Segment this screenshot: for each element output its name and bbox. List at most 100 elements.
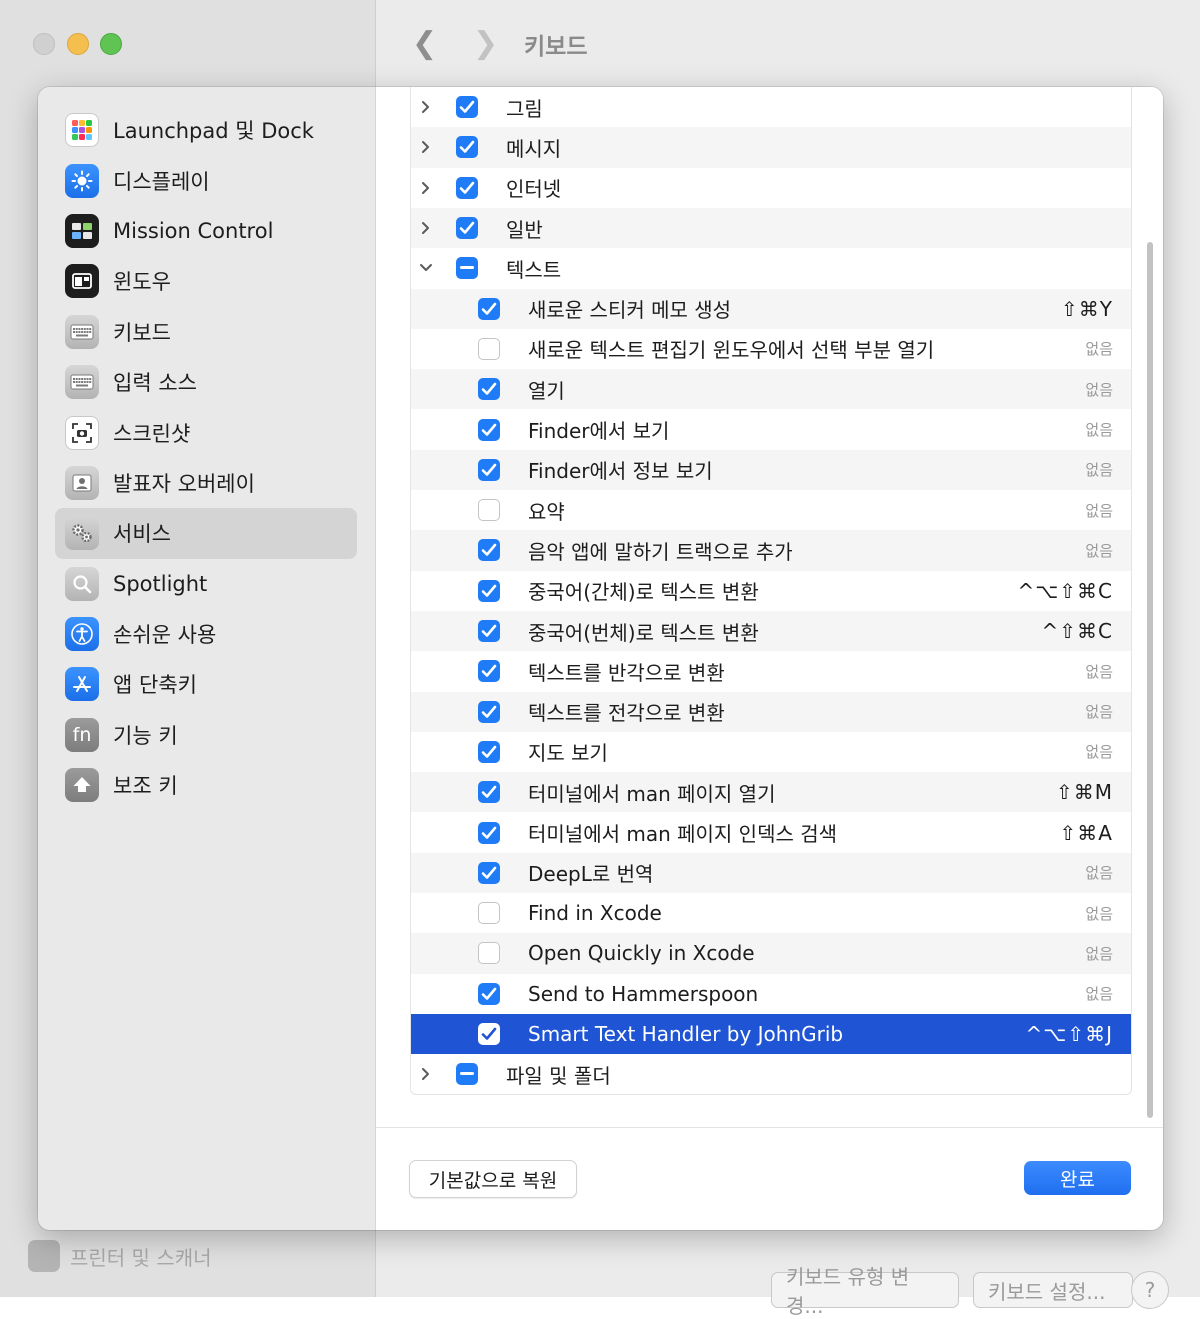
shortcut-field[interactable]: 없음 (1085, 661, 1113, 682)
shortcut-field[interactable]: 없음 (1085, 459, 1113, 480)
shortcut-field[interactable]: 없음 (1085, 903, 1113, 924)
service-group-row[interactable]: 인터넷 (411, 168, 1131, 208)
shortcut-field[interactable]: ^⇧⌘C (1042, 619, 1113, 643)
shortcut-field[interactable]: ^⌥⇧⌘J (1026, 1022, 1113, 1046)
service-group-row[interactable]: 파일 및 폴더 (411, 1054, 1131, 1094)
service-group-row[interactable]: 메시지 (411, 127, 1131, 168)
service-row[interactable]: 음악 앱에 말하기 트랙으로 추가 없음 (411, 530, 1131, 571)
shortcut-field[interactable]: 없음 (1085, 943, 1113, 964)
checkbox[interactable] (478, 660, 500, 683)
service-row[interactable]: Finder에서 보기 없음 (411, 409, 1131, 449)
sidebar-item[interactable]: 입력 소스 (55, 357, 357, 407)
checkbox[interactable] (478, 418, 500, 441)
service-row[interactable]: Open Quickly in Xcode 없음 (411, 933, 1131, 974)
service-row[interactable]: Send to Hammerspoon 없음 (411, 974, 1131, 1014)
sidebar-item[interactable]: 손쉬운 사용 (55, 609, 357, 659)
zoom-button[interactable] (100, 33, 122, 55)
chevron-right-icon[interactable] (417, 218, 435, 238)
chevron-right-icon[interactable] (417, 178, 435, 198)
service-row[interactable]: 중국어(번체)로 텍스트 변환 ^⇧⌘C (411, 610, 1131, 652)
shortcut-field[interactable]: ^⌥⇧⌘C (1017, 579, 1113, 603)
shortcut-field[interactable]: 없음 (1085, 379, 1113, 400)
checkbox[interactable] (478, 458, 500, 481)
sidebar-item[interactable]: 서비스 (55, 508, 357, 559)
service-row[interactable]: Find in Xcode 없음 (411, 893, 1131, 933)
shortcut-field[interactable]: 없음 (1085, 983, 1113, 1004)
service-row[interactable]: 텍스트를 전각으로 변환 없음 (411, 691, 1131, 732)
service-group-row[interactable]: 텍스트 (411, 248, 1131, 288)
service-row[interactable]: 요약 없음 (411, 490, 1131, 530)
shortcut-field[interactable]: ⇧⌘A (1060, 821, 1113, 845)
checkbox[interactable] (478, 821, 500, 844)
checkbox[interactable] (456, 96, 478, 119)
checkbox[interactable] (456, 1063, 478, 1086)
sidebar-item[interactable]: 보조 키 (55, 760, 357, 810)
sidebar-item[interactable]: fn 기능 키 (55, 710, 357, 760)
chevron-right-icon[interactable] (417, 1064, 435, 1084)
chevron-right-icon[interactable] (417, 137, 435, 157)
shortcut-field[interactable]: 없음 (1085, 701, 1113, 722)
checkbox[interactable] (478, 740, 500, 763)
shortcut-field[interactable]: 없음 (1085, 741, 1113, 762)
service-row[interactable]: Smart Text Handler by JohnGrib ^⌥⇧⌘J (411, 1013, 1131, 1055)
change-keyboard-type-button[interactable]: 키보드 유형 변경... (771, 1265, 959, 1318)
checkbox[interactable] (456, 136, 478, 159)
help-button[interactable]: ? (1131, 1271, 1169, 1309)
sidebar-item[interactable]: Spotlight (55, 559, 357, 609)
shortcut-field[interactable]: 없음 (1085, 338, 1113, 359)
checkbox[interactable] (478, 579, 500, 602)
service-row[interactable]: 중국어(간체)로 텍스트 변환 ^⌥⇧⌘C (411, 571, 1131, 611)
shortcut-field[interactable]: 없음 (1085, 500, 1113, 521)
checkbox[interactable] (478, 499, 500, 522)
minimize-button[interactable] (67, 33, 89, 55)
keyboard-setup-button[interactable]: 키보드 설정... (973, 1272, 1133, 1308)
checkbox[interactable] (478, 539, 500, 562)
sidebar-item-printers[interactable]: 프린터 및 스캐너 (28, 1240, 212, 1272)
checkbox[interactable] (478, 297, 500, 320)
service-row[interactable]: 열기 없음 (411, 369, 1131, 410)
checkbox[interactable] (478, 781, 500, 804)
scrollbar[interactable] (1144, 237, 1156, 1122)
checkbox[interactable] (478, 902, 500, 925)
sidebar-item[interactable]: 발표자 오버레이 (55, 458, 357, 508)
sidebar-item[interactable]: 앱 단축키 (55, 659, 357, 709)
checkbox[interactable] (478, 337, 500, 360)
forward-arrow-icon[interactable]: ❯ (473, 26, 498, 61)
shortcut-field[interactable]: 없음 (1085, 540, 1113, 561)
service-row[interactable]: 새로운 텍스트 편집기 윈도우에서 선택 부분 열기 없음 (411, 329, 1131, 369)
sidebar-item[interactable]: 윈도우 (55, 256, 357, 306)
service-row[interactable]: DeepL로 번역 없음 (411, 852, 1131, 893)
service-row[interactable]: 텍스트를 반각으로 변환 없음 (411, 651, 1131, 691)
service-group-row[interactable]: 일반 (411, 207, 1131, 249)
sidebar-item[interactable]: 스크린샷 (55, 407, 357, 457)
done-button[interactable]: 완료 (1024, 1161, 1131, 1195)
service-row[interactable]: 지도 보기 없음 (411, 732, 1131, 772)
sidebar-item[interactable]: 디스플레이 (55, 155, 357, 205)
shortcut-field[interactable]: ⇧⌘M (1056, 780, 1113, 804)
sidebar-item[interactable]: Launchpad 및 Dock (55, 105, 357, 155)
back-arrow-icon[interactable]: ❮ (412, 26, 437, 61)
checkbox[interactable] (456, 257, 478, 280)
checkbox[interactable] (478, 378, 500, 401)
checkbox[interactable] (478, 982, 500, 1005)
checkbox[interactable] (478, 861, 500, 884)
shortcut-field[interactable]: ⇧⌘Y (1061, 297, 1113, 321)
service-row[interactable]: 새로운 스티커 메모 생성 ⇧⌘Y (411, 288, 1131, 329)
checkbox[interactable] (478, 700, 500, 723)
restore-defaults-button[interactable]: 기본값으로 복원 (409, 1160, 577, 1198)
scrollbar-thumb[interactable] (1147, 242, 1153, 1118)
service-group-row[interactable]: 그림 (411, 87, 1131, 127)
chevron-down-icon[interactable] (417, 258, 435, 278)
checkbox[interactable] (456, 176, 478, 199)
checkbox[interactable] (456, 217, 478, 240)
checkbox[interactable] (478, 620, 500, 643)
sidebar-item[interactable]: Mission Control (55, 206, 357, 256)
service-row[interactable]: 터미널에서 man 페이지 인덱스 검색 ⇧⌘A (411, 812, 1131, 852)
shortcut-field[interactable]: 없음 (1085, 419, 1113, 440)
service-row[interactable]: 터미널에서 man 페이지 열기 ⇧⌘M (411, 772, 1131, 813)
shortcut-field[interactable]: 없음 (1085, 862, 1113, 883)
service-row[interactable]: Finder에서 정보 보기 없음 (411, 449, 1131, 490)
checkbox[interactable] (478, 1023, 500, 1046)
chevron-right-icon[interactable] (417, 97, 435, 117)
checkbox[interactable] (478, 942, 500, 965)
